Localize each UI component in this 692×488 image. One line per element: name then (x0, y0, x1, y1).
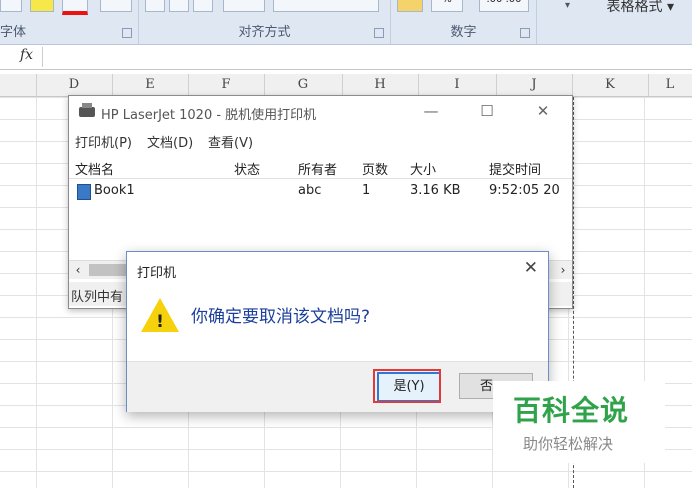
font-launcher-icon[interactable] (122, 28, 132, 38)
group-label-align: 对齐方式 (238, 25, 291, 40)
column-headers: D E F G H I J K L (0, 74, 692, 97)
menu-view[interactable]: 查看(V) (208, 132, 253, 151)
column-header-prev[interactable] (0, 74, 37, 96)
watermark-brand: 百科全说 (513, 394, 630, 427)
dialog-title: 打印机 (137, 266, 177, 281)
merge-center-button[interactable] (273, 0, 379, 12)
menu-bar: 打印机(P) 文档(D) 查看(V) (69, 130, 572, 152)
dropdown-arrow-icon[interactable]: ▾ (565, 0, 570, 11)
row-time: 9:52:05 20 (489, 183, 560, 198)
number-launcher-icon[interactable] (520, 28, 530, 38)
ribbon-group-number: % .00 .00 数字 (391, 0, 537, 44)
font-dropdown-button[interactable] (100, 0, 132, 12)
column-header-k[interactable]: K (572, 74, 649, 96)
formula-input[interactable] (44, 45, 692, 69)
col-size[interactable]: 大小 (410, 159, 436, 178)
column-header-f[interactable]: F (188, 74, 265, 96)
watermark-tagline: 助你轻松解决 (523, 435, 614, 453)
align-launcher-icon[interactable] (374, 28, 384, 38)
warning-icon-mark: ! (156, 312, 164, 332)
currency-button[interactable] (397, 0, 423, 12)
align-right-button[interactable] (193, 0, 213, 12)
table-row[interactable]: Book1 abc 1 3.16 KB 9:52:05 20 (69, 180, 572, 202)
menu-document[interactable]: 文档(D) (147, 132, 193, 151)
yes-button-highlight (373, 369, 441, 403)
ribbon-group-styles: ▾ 表格格式 ▾ (537, 0, 692, 44)
insert-function-icon[interactable]: fx (20, 47, 33, 63)
group-label-number: 数字 (450, 25, 477, 40)
align-center-button[interactable] (169, 0, 189, 12)
row-size: 3.16 KB (410, 183, 461, 198)
window-title: HP LaserJet 1020 - 脱机使用打印机 (101, 108, 317, 123)
row-owner: abc (298, 183, 322, 198)
indent-button[interactable] (223, 0, 265, 12)
formula-bar: fx (0, 45, 692, 70)
table-format-label: 表格格式 (606, 0, 663, 15)
column-header-h[interactable]: H (342, 74, 419, 96)
align-left-button[interactable] (145, 0, 165, 12)
highlight-color-button[interactable] (30, 0, 54, 12)
scroll-left-icon[interactable]: ‹ (69, 261, 87, 279)
dialog-close-icon[interactable]: ✕ (524, 258, 538, 278)
formula-separator (42, 47, 43, 67)
column-header-i[interactable]: I (418, 74, 497, 96)
window-titlebar[interactable]: HP LaserJet 1020 - 脱机使用打印机 — ☐ ✕ (69, 96, 572, 128)
font-color-button[interactable] (62, 0, 88, 15)
col-owner[interactable]: 所有者 (298, 159, 337, 178)
close-icon[interactable]: ✕ (529, 100, 557, 122)
dialog-footer: 是(Y) 否 (127, 361, 548, 412)
confirm-dialog: 打印机 ✕ ! 你确定要取消该文档吗? 是(Y) 否 (126, 251, 549, 412)
scroll-thumb[interactable] (89, 264, 129, 276)
col-submitted[interactable]: 提交时间 (489, 159, 541, 178)
watermark: 百科全说 助你轻松解决 (493, 381, 665, 463)
column-header-d[interactable]: D (36, 74, 113, 96)
column-header-g[interactable]: G (264, 74, 343, 96)
row-pages: 1 (362, 183, 371, 198)
row-docname: Book1 (94, 183, 135, 198)
dialog-message: 你确定要取消该文档吗? (191, 307, 371, 327)
column-header-e[interactable]: E (112, 74, 189, 96)
minimize-icon[interactable]: — (417, 100, 445, 122)
queue-header: 文档名 状态 所有者 页数 大小 提交时间 (69, 156, 572, 179)
table-format-button[interactable]: 表格格式 ▾ (607, 0, 674, 16)
ribbon-group-align: 对齐方式 (139, 0, 391, 44)
ribbon-group-font: 字体 (0, 0, 139, 44)
column-header-j[interactable]: J (496, 74, 573, 96)
group-label-font: 字体 (0, 25, 27, 40)
percent-button[interactable]: % (431, 0, 463, 12)
status-text: 队列中有 (71, 290, 124, 305)
scroll-right-icon[interactable]: › (554, 261, 572, 279)
col-status[interactable]: 状态 (234, 159, 260, 178)
menu-printer[interactable]: 打印机(P) (75, 132, 132, 151)
ribbon: 字体 对齐方式 % .00 .00 数字 ▾ 表格格式 ▾ (0, 0, 692, 45)
column-header-l[interactable]: L (648, 74, 692, 96)
decimal-button[interactable]: .00 .00 (479, 0, 529, 12)
font-button[interactable] (0, 0, 22, 12)
document-icon (77, 184, 91, 200)
col-docname[interactable]: 文档名 (75, 159, 114, 178)
maximize-icon[interactable]: ☐ (473, 100, 501, 122)
col-pages[interactable]: 页数 (362, 159, 388, 178)
printer-icon (79, 103, 95, 117)
